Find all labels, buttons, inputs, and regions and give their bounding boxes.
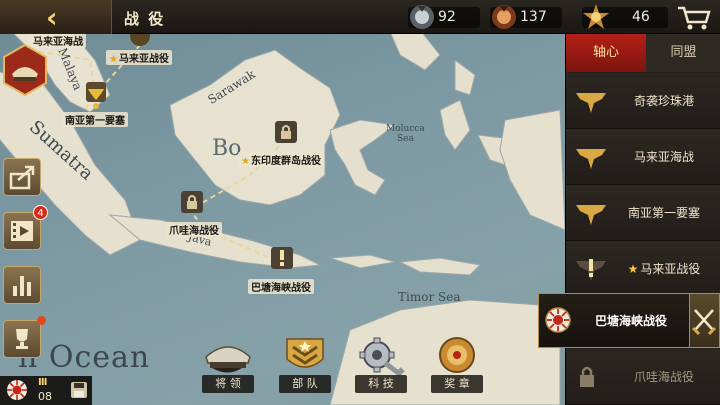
map-label-molucca-sea: Molucca Sea [386,124,425,144]
silver-medal-icon [410,5,434,29]
gear-wrench-icon [359,337,405,377]
share-button[interactable] [3,158,41,196]
nav-troops-button[interactable]: 部 队 [279,335,331,393]
top-bar: ‹ 战 役 92 137 46 [0,0,720,34]
campaign-item-locked[interactable]: 爪哇海战役 [566,349,720,405]
star-badge-icon [583,4,609,29]
lock-icon [181,191,203,213]
resource-medal: 92 [408,5,480,29]
exclamation-icon [271,247,293,269]
nav-label: 科 技 [355,375,407,393]
nav-label: 将 领 [202,375,254,393]
battle-label: ★东印度群岛战役 [238,152,324,167]
resource-value: 137 [520,9,547,25]
eagle-medal-icon [576,93,606,113]
bronze-medal-icon [492,5,516,29]
eagle-medal-icon [576,205,606,225]
battle-label: 巴塘海峡战役 [248,279,314,294]
tab-allies[interactable]: 同盟 [646,34,720,72]
exclamation-emblem-icon [576,259,606,281]
eagle-medal-icon [86,82,106,109]
save-icon[interactable] [70,381,88,399]
campaign-name: 南亚第一要塞 [627,206,700,220]
campaign-item[interactable]: 奇袭珍珠港 [566,73,720,129]
campaign-name: 爪哇海战役 [633,370,694,384]
resource-bronze-medal: 137 [490,5,562,29]
resource-value: 92 [438,9,456,25]
achievements-button[interactable] [3,320,41,358]
back-button[interactable]: ‹ [0,0,112,34]
campaign-item[interactable]: 马来亚海战 [566,129,720,185]
stats-button[interactable] [3,266,41,304]
campaign-name: 奇袭珍珠港 [633,94,694,108]
nav-medals-button[interactable]: 奖 章 [431,335,483,393]
campaign-emblem[interactable] [2,43,48,97]
bar-chart-icon [13,276,31,296]
battle-start-button[interactable] [689,294,719,347]
medal-icon [439,337,475,373]
eagle-medal-icon [576,149,606,169]
battle-label: 爪哇海战役 [166,222,222,237]
resource-honor-star: 46 [582,4,668,29]
rising-sun-flag-icon [545,307,571,333]
nav-label: 奖 章 [431,375,483,393]
campaign-name: ★ 马来亚战役 [627,262,701,276]
video-badge: 4 [33,205,48,220]
resource-value: 46 [632,9,650,25]
player-rank: Ⅲ [38,377,48,388]
campaign-item[interactable]: ★ 马来亚战役 [566,241,720,297]
rising-sun-flag-icon [7,380,27,400]
officer-cap-icon [205,346,251,373]
lock-icon [275,121,297,143]
lock-icon [580,366,594,387]
nav-tech-button[interactable]: 科 技 [355,335,407,393]
rank-shield-icon [286,338,324,368]
battle-label: 南亚第一要塞 [62,112,128,127]
shopping-cart-icon[interactable] [674,2,714,32]
achievement-notification-dot [37,316,46,325]
player-level: 08 [38,390,52,403]
player-info[interactable]: Ⅲ 08 [0,376,92,405]
nav-label: 部 队 [279,375,331,393]
page-title: 战 役 [124,10,166,28]
crossed-swords-icon [691,309,717,336]
nav-generals-button[interactable]: 将 领 [202,335,254,393]
battle-label: ★马来亚战役 [106,50,172,65]
campaign-list-panel: 轴心 同盟 奇袭珍珠港 马来亚海战 南亚第一要塞 ★ 马来亚战役 爪哇海战役 [565,34,720,405]
campaign-item[interactable]: 南亚第一要塞 [566,185,720,241]
campaign-name: 巴塘海峡战役 [595,314,668,328]
map-label-borneo: Bo [212,136,242,161]
trophy-icon [16,329,28,349]
film-icon [11,221,33,241]
campaign-name: 马来亚海战 [633,150,694,164]
officer-cap-hex-icon [3,43,47,97]
campaign-item-selected[interactable]: 巴塘海峡战役 [538,293,720,348]
map-label-timor-sea: Timor Sea [398,290,461,304]
share-icon [9,165,35,190]
back-arrow-icon: ‹ [46,1,58,34]
tab-axis[interactable]: 轴心 [566,34,646,72]
